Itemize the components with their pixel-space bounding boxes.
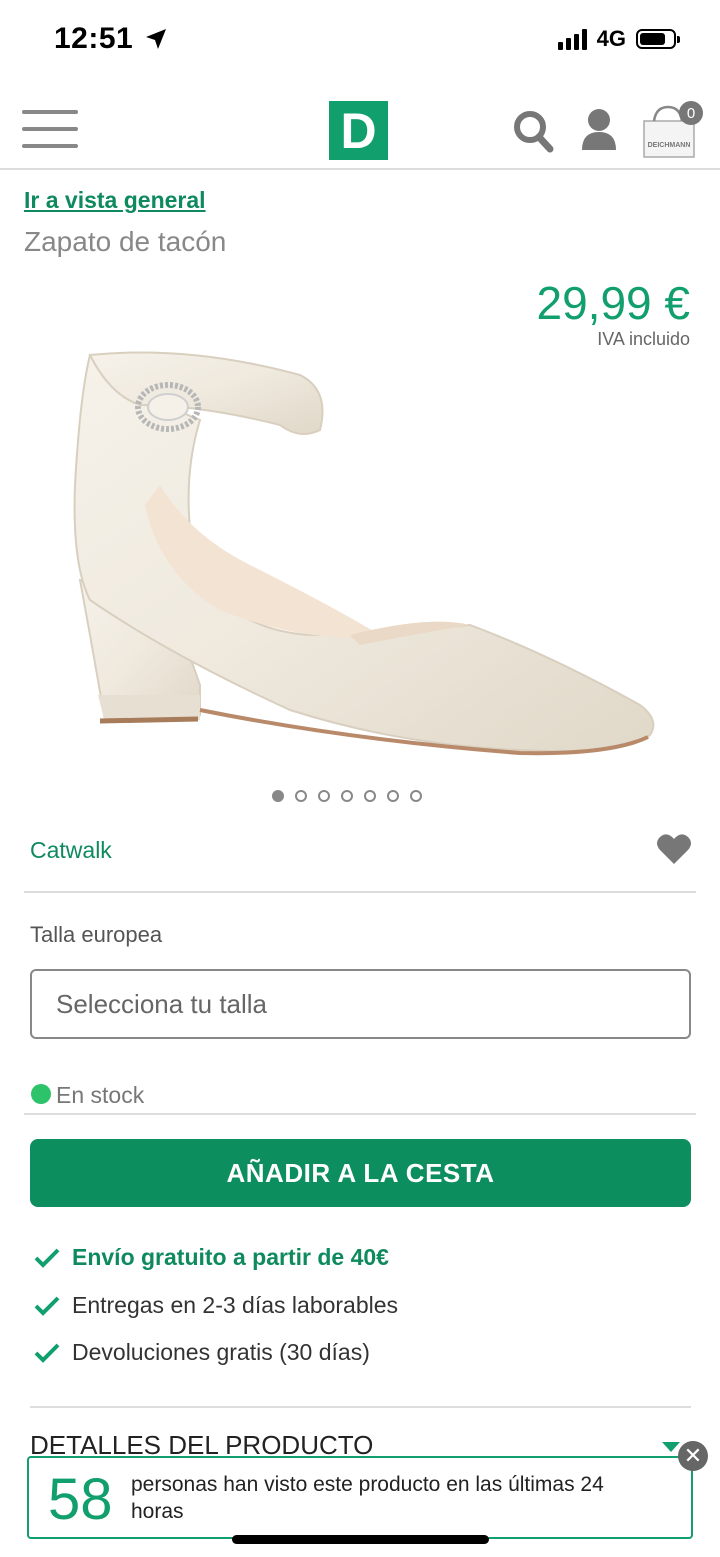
views-message: personas han visto este producto en las … — [131, 1473, 604, 1523]
status-time-text: 12:51 — [54, 22, 134, 55]
product-price: 29,99 € — [536, 277, 690, 329]
carousel-dot-2[interactable] — [295, 790, 307, 802]
logo-letter: D — [340, 102, 377, 159]
product-image[interactable] — [50, 335, 670, 785]
size-select[interactable]: Selecciona tu talla — [30, 969, 691, 1039]
status-icons: 4G — [557, 26, 680, 52]
menu-icon[interactable] — [22, 110, 78, 152]
cart-count-badge: 0 — [679, 101, 703, 125]
product-title: Zapato de tacón — [24, 226, 227, 257]
checkmark-icon — [34, 1296, 60, 1316]
carousel-dot-3[interactable] — [318, 790, 330, 802]
divider — [30, 1406, 691, 1408]
divider — [24, 1113, 696, 1115]
product-brand[interactable]: Catwalk — [30, 837, 112, 864]
image-carousel-dots[interactable] — [272, 790, 422, 802]
home-indicator[interactable] — [232, 1535, 489, 1544]
benefit-text: Envío gratuito a partir de 40€ — [72, 1244, 389, 1270]
size-select-placeholder: Selecciona tu talla — [56, 988, 268, 1019]
bag-brand-text: DEICHMANN — [647, 142, 691, 149]
benefit-text: Entregas en 2-3 días laborables — [72, 1292, 399, 1318]
benefit-item: Devoluciones gratis (30 días) — [34, 1339, 370, 1366]
overview-link[interactable]: Ir a vista general — [24, 187, 206, 214]
network-type: 4G — [596, 26, 626, 51]
carousel-dot-4[interactable] — [341, 790, 353, 802]
views-count: 58 — [48, 1467, 113, 1532]
add-to-cart-label: AÑADIR A LA CESTA — [226, 1157, 495, 1188]
search-icon[interactable] — [512, 105, 556, 153]
benefit-item: Entregas en 2-3 días laborables — [34, 1292, 398, 1319]
chevron-down-icon[interactable] — [662, 1442, 680, 1452]
deichmann-logo[interactable]: D — [329, 101, 388, 160]
stock-status: En stock — [56, 1082, 145, 1108]
carousel-dot-1[interactable] — [272, 790, 284, 802]
account-icon[interactable] — [580, 108, 618, 152]
carousel-dot-7[interactable] — [410, 790, 422, 802]
close-icon[interactable]: ✕ — [678, 1441, 708, 1471]
benefit-text: Devoluciones gratis (30 días) — [72, 1339, 370, 1365]
checkmark-icon — [34, 1343, 60, 1363]
signal-icon — [557, 28, 587, 50]
wishlist-heart-icon[interactable] — [656, 833, 692, 865]
status-time: 12:51 — [54, 22, 168, 56]
divider — [24, 891, 696, 893]
stock-indicator-icon — [31, 1084, 51, 1104]
add-to-cart-button[interactable]: AÑADIR A LA CESTA — [30, 1139, 691, 1207]
carousel-dot-6[interactable] — [387, 790, 399, 802]
carousel-dot-5[interactable] — [364, 790, 376, 802]
battery-icon — [636, 29, 680, 49]
benefit-item: Envío gratuito a partir de 40€ — [34, 1244, 389, 1271]
location-arrow-icon — [146, 29, 167, 49]
size-label: Talla europea — [30, 922, 163, 947]
checkmark-icon — [34, 1248, 60, 1268]
